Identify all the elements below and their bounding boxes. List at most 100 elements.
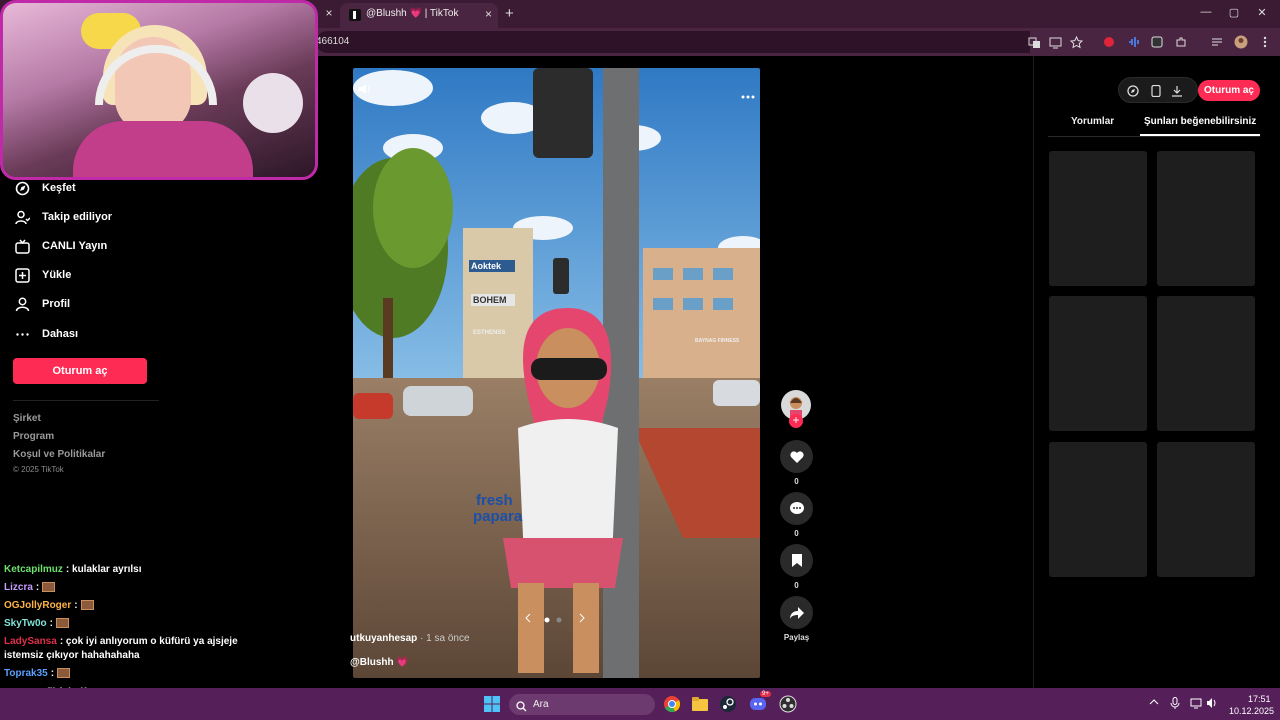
recommended-video-thumb[interactable]: [1157, 151, 1255, 286]
search-icon: [516, 699, 527, 717]
video-mention[interactable]: @Blushh 💗: [350, 657, 409, 668]
sidebar-item-kesfet[interactable]: Keşfet: [14, 178, 76, 198]
profile-avatar-icon[interactable]: [1233, 34, 1249, 50]
tab-divider: [1048, 136, 1260, 137]
mobile-icon[interactable]: [1151, 84, 1161, 102]
install-app-icon[interactable]: [1047, 34, 1063, 50]
sidebar-item-profile[interactable]: Profil: [14, 294, 70, 314]
close-tab-icon[interactable]: ×: [485, 7, 492, 21]
sign-esthenss: ESTHENSS: [473, 330, 506, 336]
volume-tray-icon[interactable]: [1206, 697, 1218, 711]
microphone-icon[interactable]: [1170, 697, 1180, 711]
taskbar-search[interactable]: Ara: [509, 694, 655, 715]
bookmark-count: 0: [794, 581, 799, 590]
recommended-video-thumb[interactable]: [1157, 442, 1255, 577]
extensions-puzzle-icon[interactable]: [1173, 34, 1189, 50]
sidebar-item-upload[interactable]: Yükle: [14, 265, 71, 285]
recommended-video-thumb[interactable]: [1049, 442, 1147, 577]
video-frame-illustration: [353, 68, 760, 678]
login-button[interactable]: Oturum aç: [13, 358, 147, 384]
obs-icon[interactable]: [778, 694, 798, 714]
tiktok-favicon-icon: [349, 9, 361, 21]
sidebar-item-more[interactable]: Dahası: [14, 324, 78, 344]
steam-icon[interactable]: [718, 694, 738, 714]
chat-emote-icon: [57, 668, 71, 679]
login-button-top[interactable]: Oturum aç: [1198, 80, 1260, 101]
follow-plus-icon[interactable]: +: [789, 414, 803, 428]
footer-link-terms[interactable]: Koşul ve Politikalar: [13, 449, 105, 460]
clock-date[interactable]: 10.12.2025: [1229, 706, 1274, 716]
chat-username: Lizcra: [4, 582, 33, 593]
chat-emote-icon: [55, 618, 69, 629]
chat-message: istemsiz çıkıyor hahahahaha: [4, 650, 140, 661]
recommended-video-thumb[interactable]: [1157, 296, 1255, 431]
carousel-prev-icon[interactable]: [523, 610, 533, 628]
video-author[interactable]: utkuyanhesap: [350, 633, 417, 644]
shield-extension-icon[interactable]: [1149, 34, 1165, 50]
chat-username: SkyTw0o: [4, 618, 47, 629]
chat-message: Lizcra:: [4, 582, 56, 593]
webcam-overlay: [0, 0, 318, 180]
recommended-video-thumb[interactable]: [1049, 151, 1147, 286]
video-player[interactable]: fresh papara Aoktek BOHEM ESTHENSS BAYNA…: [353, 68, 760, 678]
discord-icon[interactable]: 9+: [748, 691, 771, 714]
comment-icon: [789, 502, 804, 514]
sign-bohem: BOHEM: [473, 295, 507, 305]
footer-link-program[interactable]: Program: [13, 431, 54, 442]
sidebar-item-following[interactable]: Takip ediliyor: [14, 207, 112, 227]
footer-link-company[interactable]: Şirket: [13, 413, 41, 424]
chat-text: :: [49, 618, 53, 629]
chat-message: Ketcapilmuz: kulaklar ayrılsı: [4, 564, 142, 575]
sidebar-item-label: CANLI Yayın: [42, 240, 108, 252]
like-button[interactable]: [780, 440, 813, 473]
live-icon: [14, 238, 30, 254]
bookmark-star-icon[interactable]: [1068, 34, 1084, 50]
network-icon[interactable]: [1190, 697, 1202, 711]
tray-chevron-icon[interactable]: [1149, 697, 1159, 709]
volume-icon[interactable]: [358, 82, 372, 101]
carousel-next-icon[interactable]: [577, 610, 587, 628]
like-count: 0: [794, 477, 799, 486]
recommended-video-thumb[interactable]: [1049, 296, 1147, 431]
file-explorer-icon[interactable]: [690, 694, 710, 714]
translate-icon[interactable]: [1026, 34, 1042, 50]
compass-small-icon[interactable]: [1127, 84, 1139, 102]
new-tab-button[interactable]: +: [505, 5, 514, 22]
carousel-dots: [543, 611, 567, 629]
upload-icon: [14, 267, 30, 283]
close-window-button[interactable]: ✕: [1252, 6, 1272, 19]
chat-message: OGJollyRoger:: [4, 600, 94, 611]
share-label: Paylaş: [783, 633, 810, 642]
sign-baynag: BAYNAG FINNESS: [695, 338, 740, 344]
shirt-text-fresh: fresh: [476, 492, 513, 509]
clock-time[interactable]: 17:51: [1248, 694, 1271, 704]
bookmark-button[interactable]: [780, 544, 813, 577]
search-placeholder: Ara: [533, 699, 549, 710]
more-icon: [14, 326, 30, 342]
url-input[interactable]: 466104: [316, 31, 1030, 53]
comment-button[interactable]: [780, 492, 813, 525]
share-button[interactable]: [780, 596, 813, 629]
chat-text: istemsiz çıkıyor hahahahaha: [4, 650, 140, 661]
tab-tiktok[interactable]: @Blushh 💗 | TikTok ×: [340, 3, 498, 28]
windows-start-icon[interactable]: [484, 696, 500, 717]
sound-extension-icon[interactable]: [1125, 34, 1141, 50]
sidebar-item-live[interactable]: CANLI Yayın: [14, 236, 107, 256]
compass-icon: [14, 180, 30, 196]
video-more-icon[interactable]: [741, 86, 755, 104]
chat-text: :: [35, 582, 40, 593]
chrome-app-icon[interactable]: [662, 694, 682, 714]
heart-icon: [789, 451, 804, 463]
browser-menu-icon[interactable]: [1257, 34, 1273, 50]
tab-comments[interactable]: Yorumlar: [1071, 116, 1114, 127]
tab-recommendations[interactable]: Şunları beğenebilirsiniz: [1144, 116, 1256, 127]
tab-title: @Blushh 💗 | TikTok: [366, 8, 459, 19]
chat-username: OGJollyRoger: [4, 600, 72, 611]
maximize-button[interactable]: ▢: [1224, 6, 1244, 19]
download-icon[interactable]: [1171, 84, 1183, 102]
opera-extension-icon[interactable]: [1101, 34, 1117, 50]
minimize-button[interactable]: —: [1196, 6, 1216, 18]
video-caption: utkuyanhesap · 1 sa önce: [350, 633, 470, 644]
reading-list-icon[interactable]: [1209, 34, 1225, 50]
close-previous-tab-icon[interactable]: ×: [322, 6, 336, 20]
